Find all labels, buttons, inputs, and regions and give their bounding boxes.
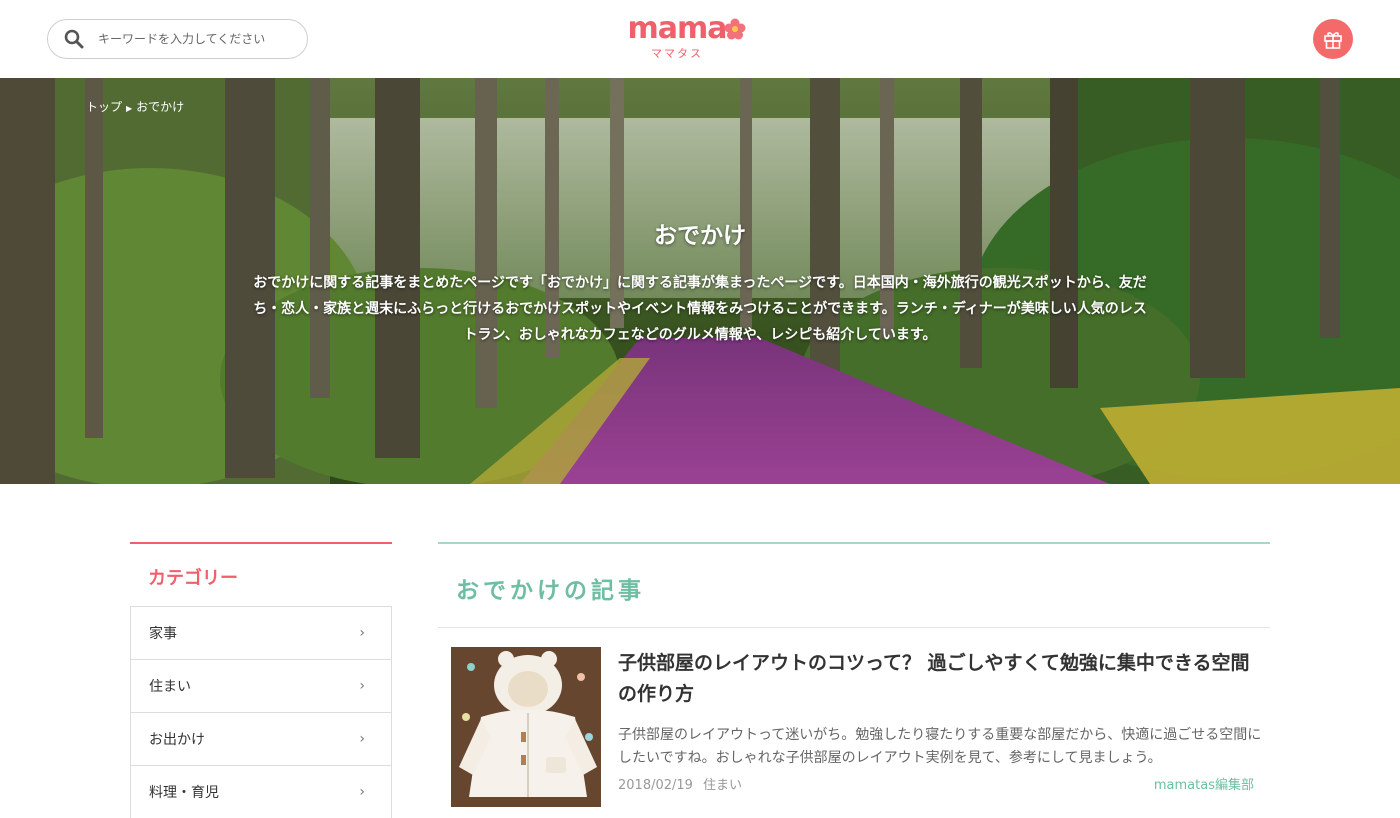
page-title: おでかけ — [654, 223, 746, 249]
baby-jacket-image — [451, 647, 601, 807]
article-category-link[interactable]: 住まい — [703, 778, 742, 793]
breadcrumb-current: おでかけ — [136, 100, 185, 114]
section-heading: おでかけの記事 — [438, 544, 1270, 628]
site-logo[interactable]: mama ママタス — [606, 12, 748, 62]
breadcrumb: トップ ▶ おでかけ — [86, 98, 184, 115]
chevron-right-icon: › — [359, 678, 365, 694]
search-input[interactable] — [98, 32, 288, 46]
category-list: 家事 › 住まい › お出かけ › 料理・育児 › — [130, 606, 392, 818]
article-title[interactable]: 子供部屋のレイアウトのコツって？ 過ごしやすくて勉強に集中できる空間の作り方 — [618, 648, 1258, 710]
chevron-right-icon: › — [359, 784, 365, 800]
gift-button[interactable] — [1313, 19, 1353, 59]
article-author[interactable]: mamatas編集部 — [1154, 774, 1254, 793]
sidebar-item-label: 料理・育児 — [149, 785, 219, 801]
chevron-right-icon: › — [359, 625, 365, 641]
search-icon — [64, 29, 84, 49]
article-list-section: おでかけの記事 子供部屋のレイアウトのコツって？ 過ごしやすくて勉強に集中できる… — [438, 542, 1270, 808]
article-date: 2018/02/19 — [618, 778, 693, 793]
flower-icon — [724, 18, 746, 40]
sidebar-item-label: 家事 — [149, 626, 177, 642]
category-sidebar: カテゴリー 家事 › 住まい › お出かけ › 料理・育児 › — [130, 542, 392, 818]
hero-banner: トップ ▶ おでかけ おでかけ おでかけに関する記事をまとめたページです「おでかけ」… — [0, 78, 1400, 484]
sidebar-item-label: 住まい — [149, 679, 191, 695]
sidebar-heading: カテゴリー — [148, 568, 238, 589]
article-excerpt: 子供部屋のレイアウトって迷いがち。勉強したり寝たりする重要な部屋だから、快適に過… — [618, 727, 1262, 766]
page-description: おでかけに関する記事をまとめたページです「おでかけ」に関する記事が集まったページ… — [253, 275, 1147, 343]
search-box[interactable] — [47, 19, 308, 59]
article-card[interactable]: 子供部屋のレイアウトのコツって？ 過ごしやすくて勉強に集中できる空間の作り方 子… — [438, 628, 1270, 808]
article-meta: 2018/02/19 住まい — [618, 774, 742, 793]
sidebar-item-label: お出かけ — [149, 732, 205, 748]
sidebar-item-outing[interactable]: お出かけ › — [131, 712, 391, 765]
logo-subtitle: ママタス — [651, 47, 703, 60]
gift-icon — [1324, 32, 1342, 49]
site-header: mama ママタス — [0, 0, 1400, 78]
breadcrumb-top-link[interactable]: トップ — [86, 100, 122, 114]
sidebar-item-housework[interactable]: 家事 › — [131, 606, 391, 659]
logo-text: mama — [627, 11, 727, 46]
sidebar-item-cooking[interactable]: 料理・育児 › — [131, 765, 391, 818]
chevron-right-icon: › — [359, 731, 365, 747]
article-thumbnail[interactable] — [451, 647, 601, 807]
sidebar-item-housing[interactable]: 住まい › — [131, 659, 391, 712]
breadcrumb-separator-icon: ▶ — [126, 104, 133, 113]
